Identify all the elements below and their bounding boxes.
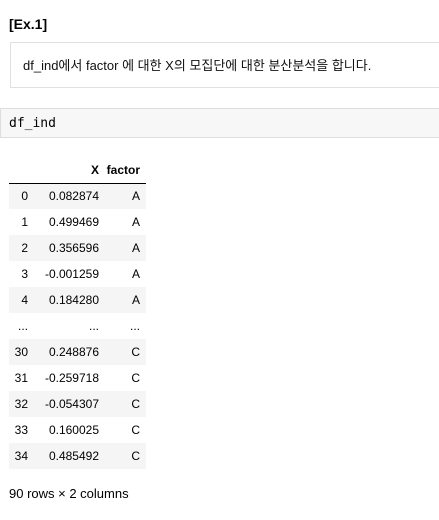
cell-x: -0.259718 bbox=[44, 371, 99, 385]
cell-x: -0.054307 bbox=[44, 397, 99, 411]
dataframe-shape-text: 90 rows × 2 columns bbox=[9, 486, 129, 501]
table-row: 1 0.499469 A bbox=[9, 209, 146, 235]
row-index: 30 bbox=[14, 345, 28, 359]
cell-factor: C bbox=[131, 345, 140, 359]
markdown-text: df_ind에서 factor 에 대한 X의 모집단에 대한 분산분석을 합니… bbox=[23, 58, 372, 73]
code-input-cell[interactable]: df_ind bbox=[0, 108, 439, 138]
cell-x: 0.356596 bbox=[48, 241, 99, 255]
column-header-index bbox=[9, 157, 33, 184]
cell-factor: A bbox=[131, 215, 140, 229]
cell-heading: [Ex.1] bbox=[9, 16, 48, 32]
cell-x: 0.248876 bbox=[48, 345, 99, 359]
cell-x: 0.082874 bbox=[48, 189, 99, 204]
table-row: 4 0.184280 A bbox=[9, 287, 146, 313]
cell-factor: C bbox=[131, 397, 140, 411]
cell-x: -0.001259 bbox=[44, 267, 99, 281]
dataframe-header-row: X factor bbox=[9, 157, 146, 184]
cell-x: 0.160025 bbox=[48, 423, 99, 437]
row-index: 33 bbox=[14, 423, 28, 437]
cell-factor: A bbox=[131, 189, 140, 204]
column-header-factor: factor bbox=[105, 157, 146, 184]
table-row: 33 0.160025 C bbox=[9, 417, 146, 443]
table-row: 3 -0.001259 A bbox=[9, 261, 146, 287]
table-row: 2 0.356596 A bbox=[9, 235, 146, 261]
cell-factor: ... bbox=[129, 319, 140, 333]
table-row: 30 0.248876 C bbox=[9, 339, 146, 365]
row-index: 1 bbox=[21, 215, 28, 229]
cell-factor: C bbox=[131, 371, 140, 385]
row-index: 31 bbox=[14, 371, 28, 385]
markdown-cell[interactable]: df_ind에서 factor 에 대한 X의 모집단에 대한 분산분석을 합니… bbox=[10, 42, 439, 88]
row-index: 4 bbox=[21, 293, 28, 307]
cell-factor: A bbox=[131, 267, 140, 281]
table-row-ellipsis: ... ... ... bbox=[9, 313, 146, 339]
cell-factor: A bbox=[131, 241, 140, 255]
row-index: ... bbox=[17, 319, 28, 333]
cell-x: 0.184280 bbox=[48, 293, 99, 307]
cell-factor: C bbox=[131, 449, 140, 463]
row-index: 0 bbox=[21, 189, 28, 204]
row-index: 34 bbox=[14, 449, 28, 463]
dataframe-table: X factor 0 0.082874 A 1 0.499469 A 2 0.3… bbox=[9, 157, 146, 469]
table-row: 32 -0.054307 C bbox=[9, 391, 146, 417]
cell-x: 0.499469 bbox=[48, 215, 99, 229]
cell-x: 0.485492 bbox=[48, 449, 99, 463]
row-index: 3 bbox=[21, 267, 28, 281]
table-row: 0 0.082874 A bbox=[9, 183, 146, 209]
table-row: 34 0.485492 C bbox=[9, 443, 146, 469]
row-index: 32 bbox=[14, 397, 28, 411]
column-header-x: X bbox=[33, 157, 105, 184]
cell-x: ... bbox=[88, 319, 99, 333]
row-index: 2 bbox=[21, 241, 28, 255]
table-row: 31 -0.259718 C bbox=[9, 365, 146, 391]
code-input-text: df_ind bbox=[9, 116, 56, 131]
cell-factor: C bbox=[131, 423, 140, 437]
cell-factor: A bbox=[131, 293, 140, 307]
